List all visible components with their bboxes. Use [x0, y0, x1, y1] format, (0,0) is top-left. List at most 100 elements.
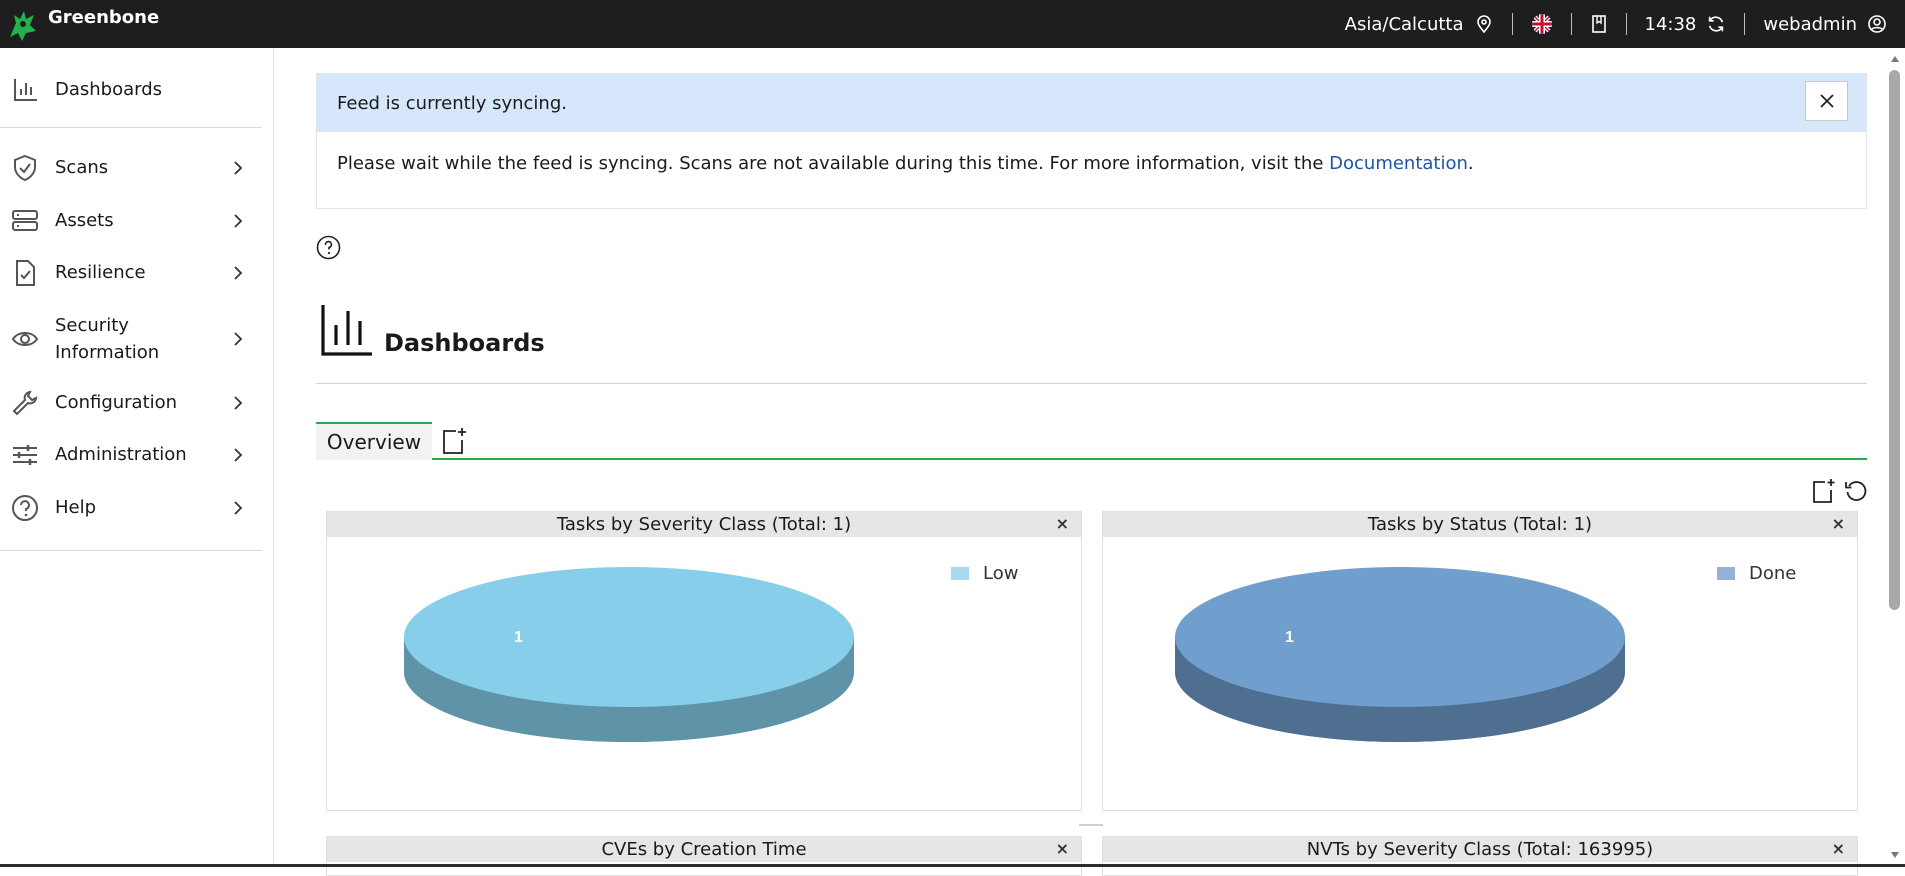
- chevron-right-icon: [234, 448, 243, 462]
- panel-title: CVEs by Creation Time: [601, 839, 807, 860]
- add-dashboard-icon[interactable]: [441, 427, 467, 455]
- separator: [1570, 13, 1572, 35]
- panel-header[interactable]: Tasks by Status (Total: 1) ×: [1103, 512, 1857, 537]
- brand-name: Greenbone: [48, 6, 160, 28]
- chevron-right-icon: [234, 161, 243, 175]
- tab-label: Overview: [326, 430, 422, 454]
- timezone: Asia/Calcutta: [1345, 0, 1494, 48]
- banner-message: Please wait while the feed is syncing. S…: [317, 132, 1866, 195]
- page-header: Dashboards: [320, 303, 545, 357]
- reset-dashboard-icon[interactable]: [1843, 478, 1869, 504]
- pie-chart: 1: [404, 567, 854, 742]
- sidebar-divider: [0, 127, 262, 128]
- pie-slice-label: 1: [514, 629, 523, 646]
- pie-slice-done[interactable]: [1175, 567, 1625, 707]
- help-icon[interactable]: [316, 235, 341, 260]
- manual-button[interactable]: [1590, 0, 1608, 48]
- panel-title: NVTs by Severity Class (Total: 163995): [1306, 839, 1654, 860]
- pie-slice-label: 1: [1285, 629, 1294, 646]
- row-resize-handle[interactable]: [1079, 824, 1103, 826]
- sidebar-item-label: Administration: [55, 444, 187, 465]
- banner-message-text: Please wait while the feed is syncing. S…: [337, 153, 1330, 174]
- sidebar-item-security-information[interactable]: Security Information: [0, 311, 262, 367]
- clock-time: 14:38: [1644, 13, 1697, 35]
- chevron-right-icon: [234, 332, 243, 346]
- sidebar-item-label: Resilience: [55, 262, 146, 283]
- tasks-status-panel: Tasks by Status (Total: 1) × Done 1: [1102, 511, 1858, 811]
- bar-chart-icon: [14, 79, 37, 101]
- banner-title-text: Feed is currently syncing.: [337, 92, 567, 114]
- panel-header[interactable]: Tasks by Severity Class (Total: 1) ×: [327, 512, 1081, 537]
- sidebar-item-label: Assets: [55, 210, 114, 231]
- username: webadmin: [1763, 13, 1857, 35]
- sidebar-item-label: Scans: [55, 157, 109, 178]
- sidebar-item-label: Help: [55, 497, 97, 518]
- sidebar-item-scans[interactable]: Scans: [0, 148, 262, 188]
- dashboard-tabs: Overview: [316, 422, 1867, 460]
- close-icon: [1819, 94, 1834, 108]
- title-divider: [316, 383, 1867, 384]
- remove-panel-button[interactable]: ×: [1056, 514, 1069, 533]
- banner-title: Feed is currently syncing.: [317, 74, 1866, 132]
- user-menu[interactable]: webadmin: [1763, 0, 1887, 48]
- separator: [1744, 13, 1746, 35]
- clock: 14:38: [1645, 0, 1727, 48]
- banner-close-button[interactable]: [1805, 81, 1848, 121]
- nvts-severity-panel: NVTs by Severity Class (Total: 163995) ×: [1102, 836, 1858, 876]
- clipboard-check-icon: [16, 260, 35, 286]
- sidebar-item-dashboards[interactable]: Dashboards: [0, 70, 262, 110]
- panel-header[interactable]: NVTs by Severity Class (Total: 163995) ×: [1103, 837, 1857, 862]
- eye-icon: [11, 332, 39, 346]
- shield-check-icon: [14, 154, 36, 182]
- pie-chart: 1: [1175, 567, 1625, 742]
- panel-title: Tasks by Severity Class (Total: 1): [556, 514, 852, 535]
- sliders-icon: [13, 445, 37, 465]
- sidebar-item-label: Security Information: [55, 315, 160, 363]
- book-icon: [1591, 15, 1606, 33]
- language-switch[interactable]: [1531, 0, 1553, 48]
- scroll-up-arrow-icon[interactable]: [1890, 54, 1900, 64]
- help-circle-icon: [12, 495, 38, 521]
- sidebar-divider: [0, 550, 262, 551]
- sidebar-item-help[interactable]: Help: [0, 488, 262, 528]
- remove-panel-button[interactable]: ×: [1056, 839, 1069, 858]
- greenbone-logo-icon: [10, 11, 36, 41]
- separator: [1625, 13, 1627, 35]
- tab-overview[interactable]: Overview: [316, 422, 432, 460]
- chevron-right-icon: [234, 266, 243, 280]
- sidebar: Dashboards Scans Assets Resilience Secur…: [0, 48, 274, 867]
- pie-slice-low[interactable]: [404, 567, 854, 707]
- page-scrollbar[interactable]: [1885, 48, 1905, 867]
- sidebar-item-label: Dashboards: [55, 79, 163, 100]
- uk-flag-icon: [1531, 14, 1552, 34]
- remove-panel-button[interactable]: ×: [1832, 514, 1845, 533]
- user-circle-icon: [1868, 15, 1886, 33]
- documentation-link[interactable]: Documentation: [1329, 153, 1468, 174]
- sidebar-item-label: Configuration: [55, 392, 178, 413]
- page-title: Dashboards: [384, 329, 545, 357]
- location-pin-icon: [1476, 15, 1491, 34]
- server-icon: [12, 210, 38, 231]
- brand[interactable]: Greenbone: [6, 0, 159, 48]
- refresh-icon[interactable]: [1706, 14, 1726, 34]
- panel-header[interactable]: CVEs by Creation Time ×: [327, 837, 1081, 862]
- sidebar-item-resilience[interactable]: Resilience: [0, 253, 262, 293]
- dashboard-tools: [1805, 478, 1869, 504]
- remove-panel-button[interactable]: ×: [1832, 839, 1845, 858]
- main-content: Feed is currently syncing. Please wait w…: [275, 48, 1885, 876]
- sidebar-item-administration[interactable]: Administration: [0, 435, 262, 475]
- sidebar-item-configuration[interactable]: Configuration: [0, 383, 262, 423]
- separator: [1511, 13, 1513, 35]
- scrollbar-thumb[interactable]: [1889, 70, 1900, 610]
- cves-creation-panel: CVEs by Creation Time ×: [326, 836, 1082, 876]
- wrench-icon: [12, 390, 38, 416]
- add-display-icon[interactable]: [1811, 478, 1837, 504]
- feed-sync-banner: Feed is currently syncing. Please wait w…: [316, 73, 1867, 209]
- dashboard-icon: [321, 305, 372, 356]
- scroll-down-arrow-icon[interactable]: [1890, 850, 1900, 860]
- chevron-right-icon: [234, 396, 243, 410]
- chevron-right-icon: [234, 501, 243, 515]
- banner-message-end: .: [1467, 153, 1474, 174]
- panel-title: Tasks by Status (Total: 1): [1367, 514, 1593, 535]
- sidebar-item-assets[interactable]: Assets: [0, 201, 262, 241]
